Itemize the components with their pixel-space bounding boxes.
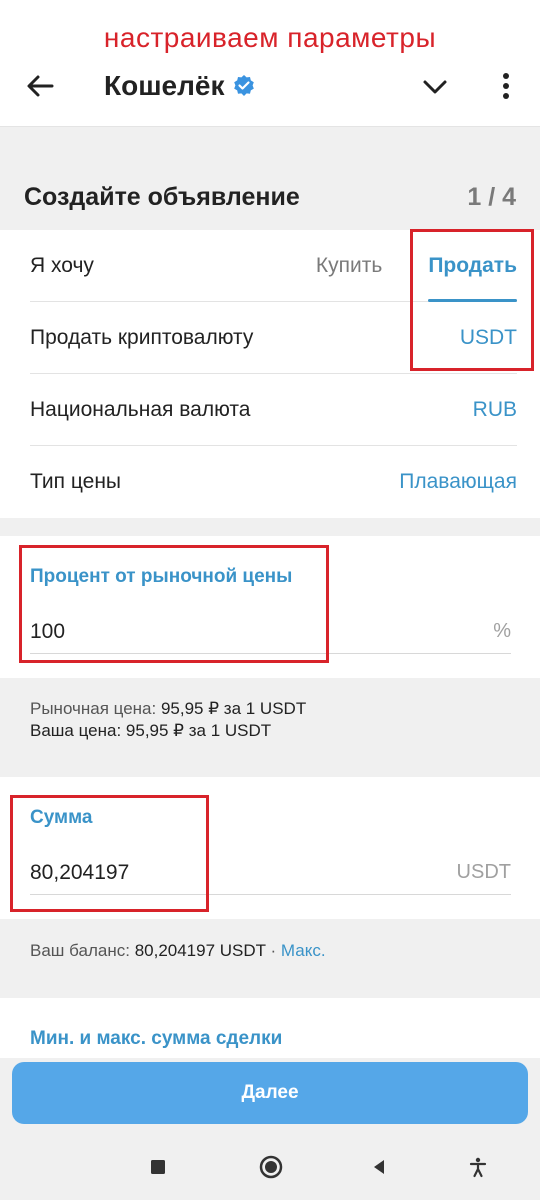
home-circle-icon[interactable]: [258, 1154, 284, 1180]
next-button[interactable]: Далее: [12, 1062, 528, 1124]
balance-info: Ваш баланс: 80,204197 USDT · Макс.: [30, 940, 326, 962]
max-link[interactable]: Макс.: [281, 941, 326, 960]
accessibility-icon[interactable]: [467, 1156, 489, 1178]
balance-separator: ·: [270, 941, 277, 960]
fiat-value[interactable]: RUB: [473, 398, 517, 422]
annotation-box-sell: [410, 229, 534, 371]
chevron-down-icon[interactable]: [420, 72, 450, 102]
percent-suffix: %: [493, 620, 511, 642]
price-info: Рыночная цена: 95,95 ₽ за 1 USDT Ваша це…: [30, 698, 306, 742]
market-price-label: Рыночная цена:: [30, 699, 157, 718]
want-label: Я хочу: [30, 253, 94, 277]
annotation-caption: настраиваем параметры: [103, 22, 437, 53]
annotation-box-amount: [10, 795, 209, 912]
square-recent-icon[interactable]: [147, 1156, 169, 1178]
section-title: Создайте объявление: [24, 183, 300, 211]
fiat-row[interactable]: Национальная валюта RUB: [30, 374, 517, 446]
limits-label: Мин. и макс. сумма сделки: [30, 1028, 283, 1049]
fiat-label: Национальная валюта: [30, 397, 251, 421]
app-title-text: Кошелёк: [104, 70, 225, 101]
kebab-menu-icon[interactable]: [490, 70, 522, 102]
verified-icon: [234, 75, 255, 96]
back-triangle-icon[interactable]: [368, 1156, 390, 1178]
market-price-value: 95,95 ₽ за 1 USDT: [160, 699, 307, 718]
balance-label: Ваш баланс:: [30, 941, 130, 960]
limits-card: Мин. и макс. сумма сделки: [0, 998, 540, 1058]
step-counter: 1 / 4: [467, 183, 516, 211]
price-type-row[interactable]: Тип цены Плавающая: [30, 446, 517, 518]
market-price-line: Рыночная цена: 95,95 ₽ за 1 USDT: [30, 698, 306, 720]
price-type-label: Тип цены: [30, 470, 122, 493]
app-title: Кошелёк: [104, 70, 256, 102]
app-bar: Кошелёк: [0, 0, 540, 127]
balance-value: 80,204197 USDT: [134, 941, 266, 960]
amount-suffix: USDT: [456, 861, 511, 883]
section-header: Создайте объявление 1 / 4: [24, 183, 516, 212]
your-price-label: Ваша цена:: [30, 721, 122, 740]
system-nav-bar: [0, 1134, 540, 1200]
annotation-box-percent: [19, 545, 329, 663]
your-price-line: Ваша цена: 95,95 ₽ за 1 USDT: [30, 720, 306, 742]
buy-tab[interactable]: Купить: [316, 230, 382, 302]
crypto-label: Продать криптовалюту: [30, 325, 254, 349]
arrow-left-icon[interactable]: [24, 70, 56, 102]
price-type-value[interactable]: Плавающая: [399, 470, 517, 494]
your-price-value: 95,95 ₽ за 1 USDT: [125, 721, 272, 740]
